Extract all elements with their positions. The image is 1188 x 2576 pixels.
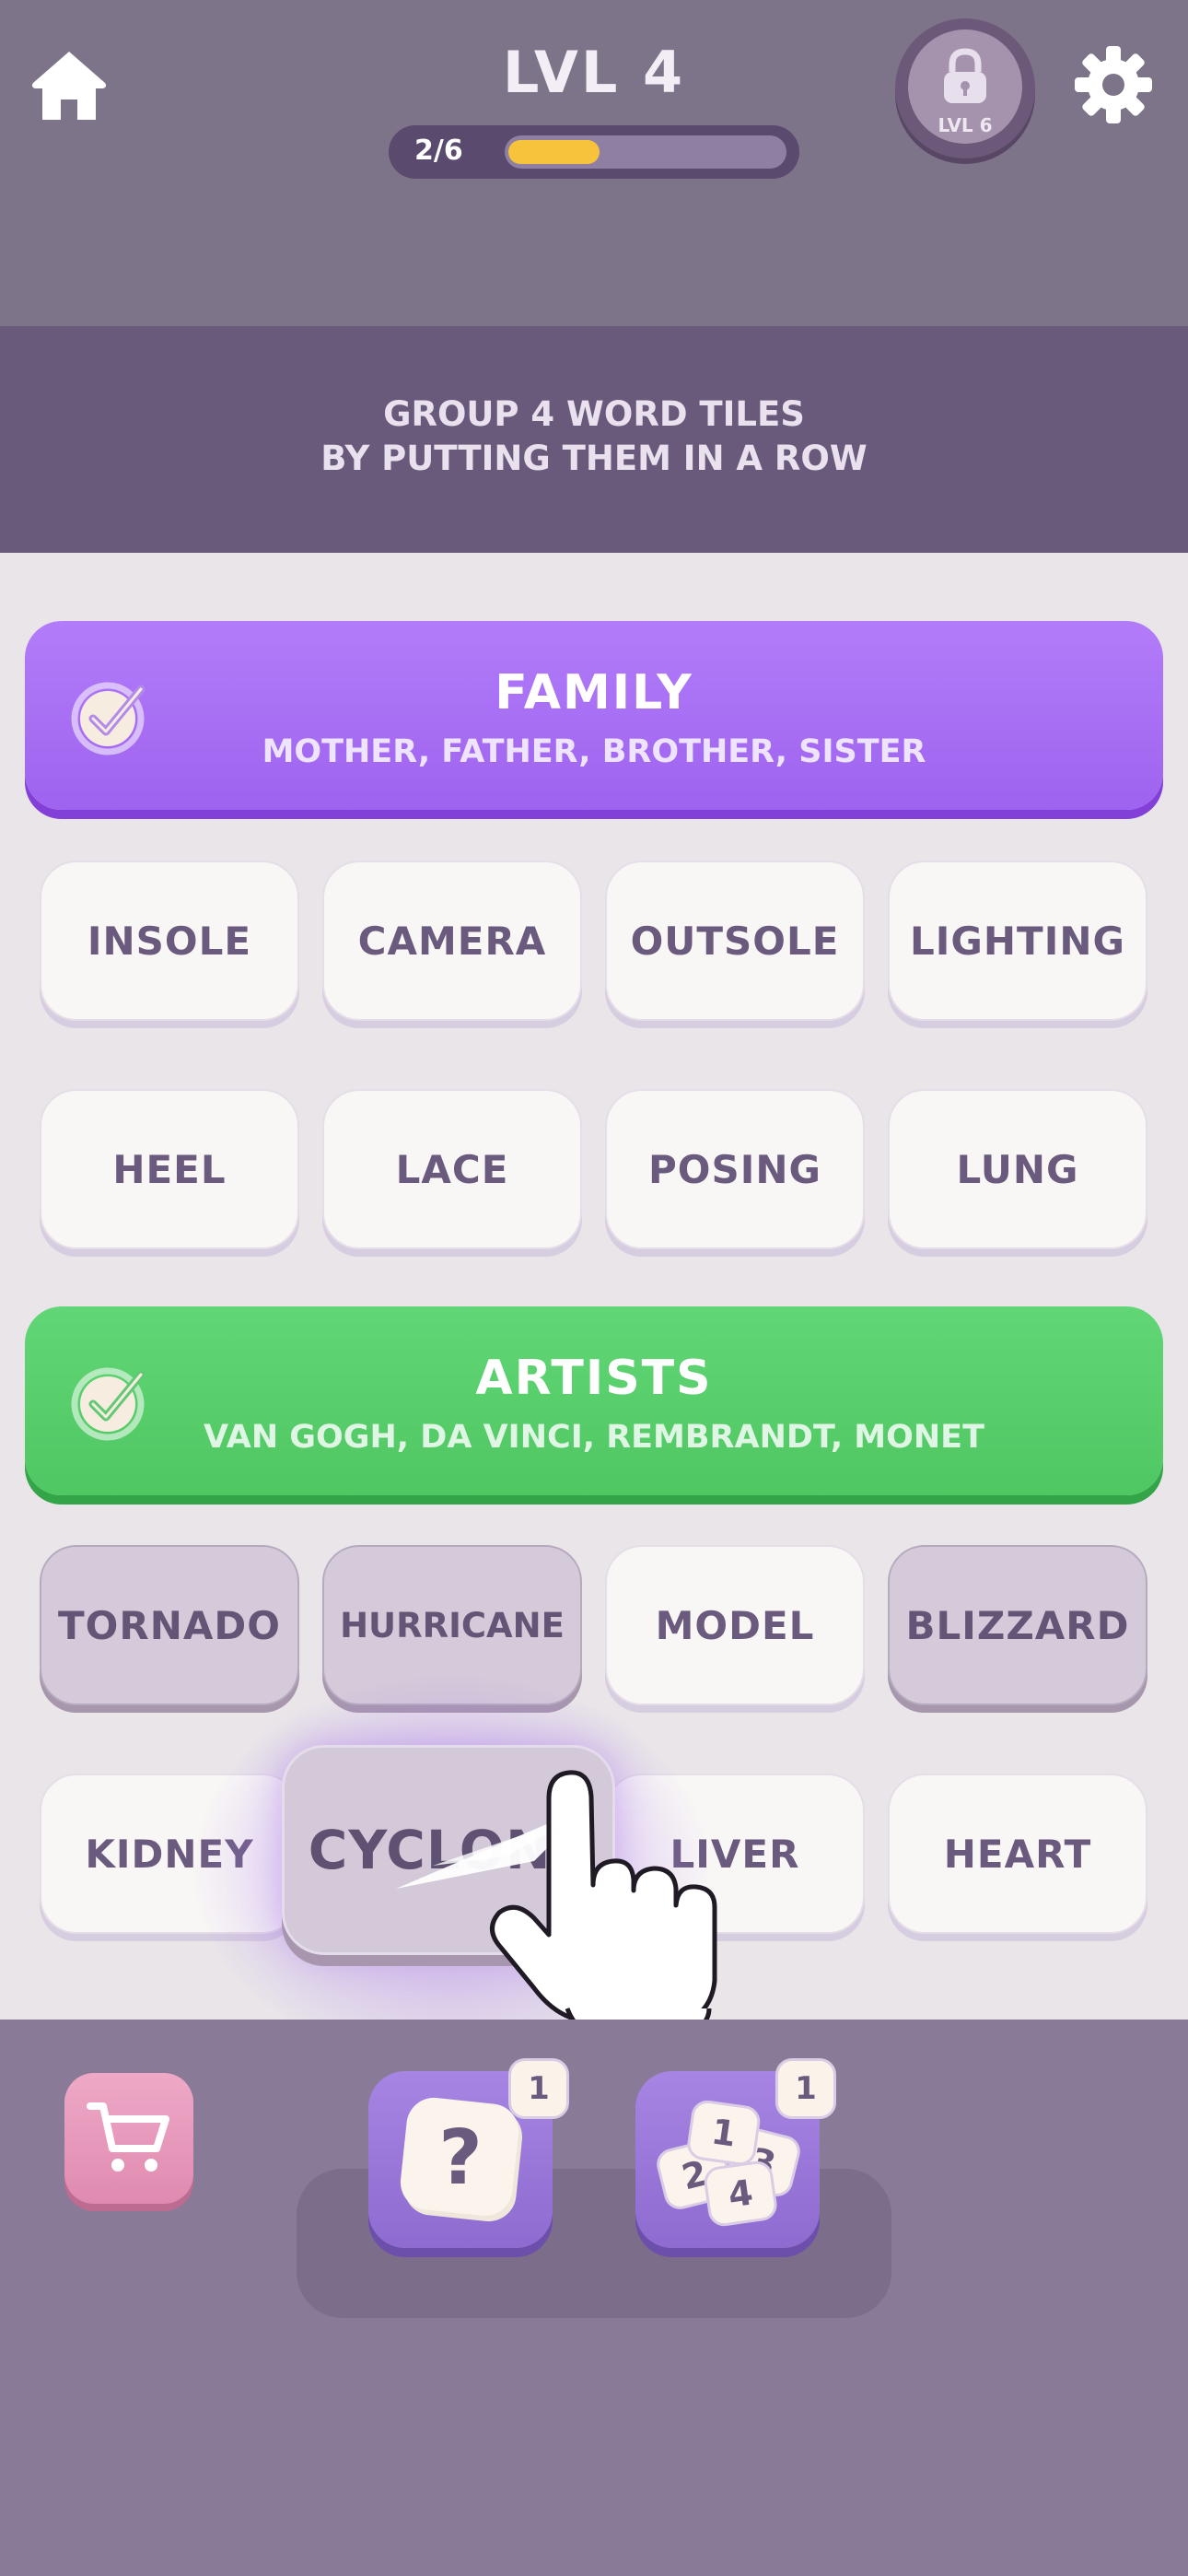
next-reward-lock-badge[interactable]: LVL 6 bbox=[895, 18, 1035, 158]
home-button[interactable] bbox=[28, 44, 111, 127]
word-tile[interactable]: INSOLE bbox=[40, 861, 299, 1021]
hint-powerup-button[interactable]: ? 1 bbox=[368, 2058, 569, 2248]
word-tile[interactable]: CAMERA bbox=[322, 861, 582, 1021]
shuffle-powerup-button[interactable]: 3 2 1 4 1 bbox=[635, 2058, 836, 2248]
progress-fill bbox=[508, 140, 600, 164]
word-tile[interactable]: HEART bbox=[888, 1774, 1147, 1934]
progress-count: 2/6 bbox=[414, 135, 463, 167]
word-tile[interactable]: MODEL bbox=[605, 1545, 865, 1705]
group-name: ARTISTS bbox=[475, 1351, 713, 1406]
word-tile[interactable]: HEEL bbox=[40, 1089, 299, 1249]
word-tile[interactable]: LACE bbox=[322, 1089, 582, 1249]
tutorial-hand-pointer-icon bbox=[396, 1770, 717, 2046]
instruction-band: GROUP 4 WORD TILES BY PUTTING THEM IN A … bbox=[0, 326, 1188, 553]
progress-track bbox=[505, 135, 786, 169]
bottom-bar: ? 1 3 2 1 4 1 bbox=[0, 2020, 1188, 2576]
solved-group-family: FAMILY MOTHER, FATHER, BROTHER, SISTER bbox=[25, 621, 1163, 810]
instruction-text: GROUP 4 WORD TILES BY PUTTING THEM IN A … bbox=[0, 392, 1188, 481]
instruction-line-2: BY PUTTING THEM IN A ROW bbox=[320, 439, 868, 478]
word-tile[interactable]: LUNG bbox=[888, 1089, 1147, 1249]
group-name: FAMILY bbox=[495, 665, 693, 720]
shuffle-count-badge: 1 bbox=[775, 2058, 836, 2119]
lock-badge-inner: LVL 6 bbox=[908, 29, 1022, 144]
word-tile-selected[interactable]: BLIZZARD bbox=[888, 1545, 1147, 1705]
word-tile[interactable]: POSING bbox=[605, 1089, 865, 1249]
svg-text:?: ? bbox=[438, 2114, 483, 2202]
group-words: MOTHER, FATHER, BROTHER, SISTER bbox=[262, 733, 926, 770]
lock-icon bbox=[944, 48, 986, 103]
level-title: LVL 4 bbox=[502, 39, 686, 106]
group-words: VAN GOGH, DA VINCI, REMBRANDT, MONET bbox=[204, 1419, 984, 1456]
instruction-line-1: GROUP 4 WORD TILES bbox=[383, 394, 805, 434]
home-icon bbox=[31, 52, 107, 120]
shop-button[interactable] bbox=[64, 2073, 193, 2204]
level-progress-bar: 2/6 bbox=[389, 125, 799, 179]
locked-level-label: LVL 6 bbox=[938, 114, 993, 136]
gear-icon bbox=[1075, 46, 1152, 123]
word-tile-selected[interactable]: TORNADO bbox=[40, 1545, 299, 1705]
word-tile[interactable]: LIGHTING bbox=[888, 861, 1147, 1021]
settings-button[interactable] bbox=[1073, 44, 1154, 125]
hint-count-badge: 1 bbox=[508, 2058, 569, 2119]
cart-icon bbox=[87, 2102, 169, 2172]
word-tile[interactable]: OUTSOLE bbox=[605, 861, 865, 1021]
solved-group-artists: ARTISTS VAN GOGH, DA VINCI, REMBRANDT, M… bbox=[25, 1306, 1163, 1495]
top-bar: LVL 4 2/6 LVL 6 bbox=[0, 0, 1188, 326]
